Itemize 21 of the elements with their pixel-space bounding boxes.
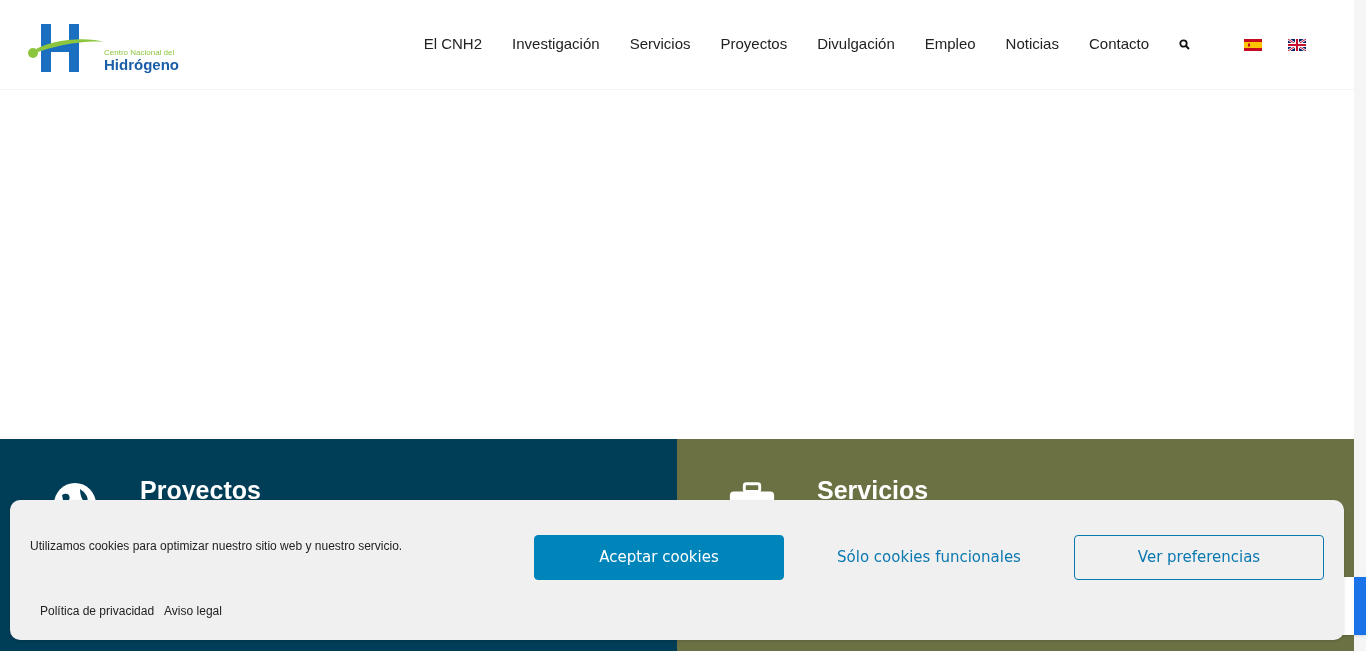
nav-link[interactable]: Proyectos — [720, 33, 788, 56]
cookie-message: Utilizamos cookies para optimizar nuestro sitio web y nuestro servicio. — [30, 538, 404, 555]
accept-button[interactable]: Aceptar cookies — [534, 535, 784, 580]
panel-title: Servicios — [817, 477, 929, 503]
footer-link[interactable]: Aviso legal — [164, 602, 222, 620]
panel-title: Proyectos — [140, 477, 261, 503]
nav-link[interactable]: El CNH2 — [423, 33, 483, 56]
functional-cookies-button[interactable]: Sólo cookies funcionales — [804, 535, 1054, 580]
nav-link[interactable]: Contacto — [1088, 33, 1149, 56]
nav-link[interactable]: Investigación — [512, 33, 600, 56]
search-icon[interactable] — [1179, 39, 1190, 50]
nav-link[interactable]: Empleo — [924, 33, 976, 56]
nav-link[interactable]: Divulgación — [817, 33, 895, 56]
uk-flag-icon[interactable] — [1288, 38, 1306, 51]
preferences-button[interactable]: Ver preferencias — [1074, 535, 1324, 580]
footer-link[interactable]: Política de privacidad — [40, 602, 155, 620]
nav-link[interactable]: Servicios — [629, 33, 691, 56]
nav-link[interactable]: Noticias — [1005, 33, 1059, 56]
spain-flag-icon[interactable] — [1244, 38, 1262, 51]
logo-subtitle: Centro Nacional del — [104, 48, 176, 57]
logo-title: Hidrógeno — [104, 56, 179, 72]
